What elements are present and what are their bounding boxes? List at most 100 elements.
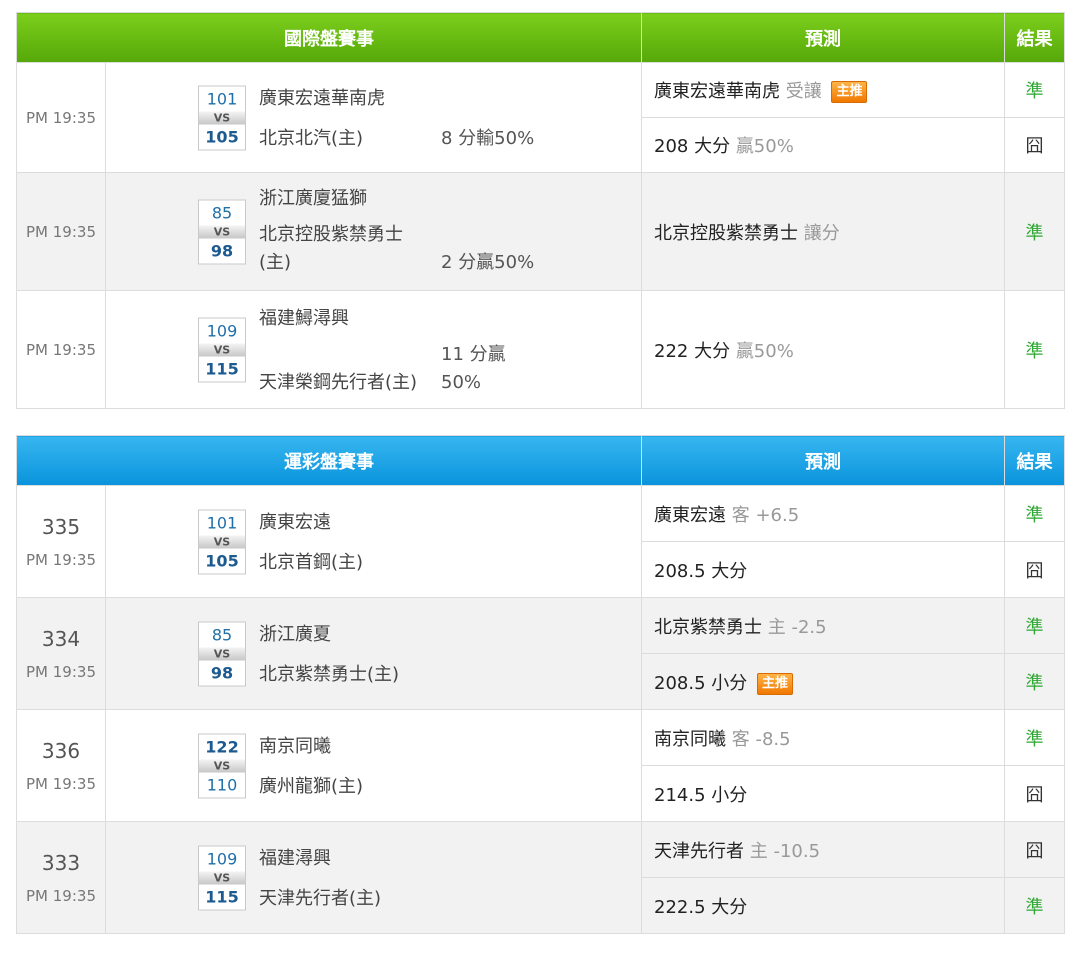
home-team[interactable]: 天津榮鋼先行者(主)	[259, 371, 417, 395]
game-time-cell: 336 PM 19:35	[16, 709, 106, 822]
vs-label: VS	[199, 535, 245, 548]
game-time: PM 19:35	[26, 886, 96, 905]
prediction-cell: 廣東宏遠 客 +6.5	[641, 485, 1005, 542]
score-box: 85 VS 98	[198, 199, 246, 264]
home-score: 98	[210, 241, 234, 260]
away-team[interactable]: 浙江廣夏	[259, 623, 331, 647]
away-team[interactable]: 浙江廣廈猛獅	[259, 187, 367, 211]
home-team[interactable]: 北京控股紫禁勇士	[259, 223, 403, 247]
home-team[interactable]: 北京首鋼(主)	[259, 551, 363, 575]
prediction-main: 廣東宏遠華南虎	[654, 81, 780, 102]
home-score: 110	[206, 775, 238, 794]
result-cell: 準	[1004, 597, 1065, 654]
prediction-cell: 天津先行者 主 -10.5	[641, 821, 1005, 878]
table-row: 335 PM 19:35 101 VS 105 廣東宏遠 北京首鋼(主) 廣東宏…	[16, 485, 1065, 598]
away-score: 109	[206, 849, 238, 868]
matchup-cell[interactable]: 85 VS 98 浙江廣夏 北京紫禁勇士(主)	[105, 597, 642, 710]
prediction-extra: 贏50%	[735, 136, 794, 157]
away-team[interactable]: 廣東宏遠	[259, 511, 331, 535]
game-time: PM 19:35	[26, 108, 96, 127]
prediction-cell: 222 大分 贏50%	[641, 290, 1005, 409]
game-code: 334	[41, 626, 81, 651]
vs-label: VS	[199, 759, 245, 772]
result-cell: 準	[1004, 709, 1065, 766]
prediction-cell: 208.5 大分	[641, 541, 1005, 598]
game-time-cell: PM 19:35	[16, 62, 106, 173]
result-cell: 準	[1004, 172, 1065, 291]
lottery-header-result: 結果	[1004, 435, 1065, 486]
result-cell: 囧	[1004, 117, 1065, 173]
result-cell: 囧	[1004, 765, 1065, 822]
prediction-main: 222.5 大分	[654, 896, 748, 918]
home-team[interactable]: 廣州龍獅(主)	[259, 775, 363, 799]
result-cell: 準	[1004, 877, 1065, 934]
result-cell: 準	[1004, 290, 1065, 409]
result-cell: 囧	[1004, 541, 1065, 598]
prediction-main: 214.5 小分	[654, 784, 748, 806]
prediction-extra: 客 +6.5	[731, 504, 800, 526]
score-box: 101 VS 105	[198, 85, 246, 150]
prediction-main: 222 大分	[654, 340, 731, 362]
lottery-header-predict: 預測	[641, 435, 1005, 486]
prediction-cell: 南京同曦 客 -8.5	[641, 709, 1005, 766]
home-score: 105	[205, 127, 239, 146]
game-time: PM 19:35	[26, 222, 96, 241]
home-team[interactable]: 北京北汽(主)	[259, 127, 363, 151]
home-score: 115	[205, 887, 239, 906]
away-team[interactable]: 南京同曦	[259, 735, 331, 759]
home-team[interactable]: 北京紫禁勇士(主)	[259, 663, 399, 687]
game-time: PM 19:35	[26, 550, 96, 569]
game-time-cell: PM 19:35	[16, 290, 106, 409]
prediction-extra: 主 -10.5	[749, 840, 821, 862]
game-time-cell: 333 PM 19:35	[16, 821, 106, 934]
prediction-extra: 贏50%	[735, 340, 794, 362]
top-pick-badge: 主推	[831, 81, 868, 103]
spread-result: 2 分贏50%	[441, 252, 535, 273]
prediction-cell: 北京紫禁勇士 主 -2.5	[641, 597, 1005, 654]
prediction-cell: 廣東宏遠華南虎 受讓 主推	[641, 62, 1005, 118]
away-score: 101	[206, 513, 238, 532]
prediction-main: 廣東宏遠	[654, 504, 726, 526]
spread-result: 11 分贏	[441, 344, 506, 365]
result-cell: 準	[1004, 653, 1065, 710]
intl-table: 國際盤賽事 預測 結果 PM 19:35 101 VS 105 廣東宏遠華南虎 …	[16, 12, 1065, 409]
home-team[interactable]: 天津先行者(主)	[259, 887, 381, 911]
game-time: PM 19:35	[26, 774, 96, 793]
away-team[interactable]: 福建鱘潯興	[259, 307, 349, 331]
matchup-cell[interactable]: 122 VS 110 南京同曦 廣州龍獅(主)	[105, 709, 642, 822]
away-team[interactable]: 廣東宏遠華南虎	[259, 87, 385, 111]
score-box: 101 VS 105	[198, 509, 246, 574]
prediction-extra: 客 -8.5	[731, 728, 791, 750]
prediction-extra: 受讓	[785, 81, 822, 102]
intl-header-result: 結果	[1004, 12, 1065, 63]
game-code: 335	[41, 514, 81, 539]
game-time: PM 19:35	[26, 340, 96, 359]
prediction-main: 208.5 小分	[654, 672, 748, 694]
home-team-suffix: (主)	[259, 252, 292, 273]
matchup-cell[interactable]: 101 VS 105 廣東宏遠華南虎 北京北汽(主) 8 分輸50%	[105, 62, 642, 173]
away-score: 101	[206, 89, 238, 108]
prediction-main: 天津先行者	[654, 840, 744, 862]
score-box: 109 VS 115	[198, 845, 246, 910]
result-cell: 囧	[1004, 821, 1065, 878]
prediction-extra: 主 -2.5	[767, 616, 827, 638]
away-team[interactable]: 福建潯興	[259, 847, 331, 871]
prediction-main: 208.5 大分	[654, 560, 748, 582]
table-row: PM 19:35 109 VS 115 福建鱘潯興 11 分贏 天津榮鋼先行者(…	[16, 290, 1065, 409]
away-score: 85	[211, 625, 233, 644]
table-row: PM 19:35 101 VS 105 廣東宏遠華南虎 北京北汽(主) 8 分輸…	[16, 62, 1065, 173]
matchup-cell[interactable]: 85 VS 98 浙江廣廈猛獅 北京控股紫禁勇士 (主) 2 分贏50%	[105, 172, 642, 291]
matchup-cell[interactable]: 101 VS 105 廣東宏遠 北京首鋼(主)	[105, 485, 642, 598]
lottery-table: 運彩盤賽事 預測 結果 335 PM 19:35 101 VS 105 廣東宏遠…	[16, 435, 1065, 934]
table-row: 336 PM 19:35 122 VS 110 南京同曦 廣州龍獅(主) 南京同…	[16, 709, 1065, 822]
matchup-cell[interactable]: 109 VS 115 福建潯興 天津先行者(主)	[105, 821, 642, 934]
matchup-cell[interactable]: 109 VS 115 福建鱘潯興 11 分贏 天津榮鋼先行者(主) 50%	[105, 290, 642, 409]
intl-header-predict: 預測	[641, 12, 1005, 63]
away-score: 122	[205, 737, 239, 756]
home-score: 105	[205, 551, 239, 570]
home-score: 115	[205, 359, 239, 378]
game-time-cell: 335 PM 19:35	[16, 485, 106, 598]
game-time-cell: PM 19:35	[16, 172, 106, 291]
prediction-cell: 208.5 小分 主推	[641, 653, 1005, 710]
spread-result: 8 分輸50%	[441, 128, 535, 149]
